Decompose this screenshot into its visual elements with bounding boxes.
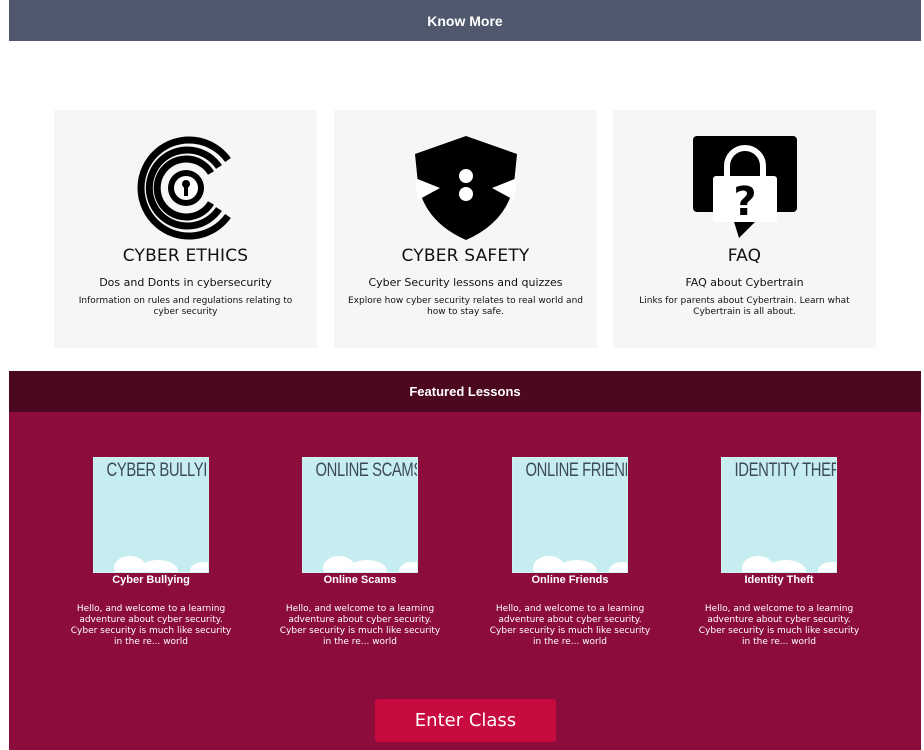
enter-class-button[interactable]: Enter Class bbox=[375, 699, 556, 742]
lesson-name[interactable]: Online Scams bbox=[270, 574, 450, 586]
card-description: Links for parents about Cybertrain. Lear… bbox=[639, 296, 850, 317]
featured-header: Featured Lessons bbox=[9, 371, 921, 412]
know-more-title: Know More bbox=[427, 12, 503, 29]
question-lock-icon: ? bbox=[692, 136, 797, 238]
card-cyber-ethics[interactable]: CYBER ETHICS Dos and Donts in cybersecur… bbox=[54, 110, 317, 348]
card-title: CYBER SAFETY bbox=[401, 246, 530, 266]
card-subtitle: Cyber Security lessons and quizzes bbox=[368, 276, 563, 289]
card-title: CYBER ETHICS bbox=[122, 246, 249, 266]
lesson-name[interactable]: Cyber Bullying bbox=[61, 574, 241, 586]
lesson-card-cyber-bullying[interactable]: CYBER BULLYING Cyber Bullying Hello, and… bbox=[61, 457, 241, 648]
lesson-thumbnail[interactable]: ONLINE FRIENDS bbox=[512, 457, 628, 573]
lesson-thumbnail[interactable]: ONLINE SCAMS bbox=[302, 457, 418, 573]
info-cards: CYBER ETHICS Dos and Donts in cybersecur… bbox=[54, 110, 876, 348]
svg-text:?: ? bbox=[733, 179, 756, 225]
thumbnail-title: CYBER BULLYING bbox=[106, 460, 208, 481]
featured-title: Featured Lessons bbox=[409, 384, 521, 399]
lesson-description: Hello, and welcome to a learning adventu… bbox=[279, 604, 441, 647]
lesson-description: Hello, and welcome to a learning adventu… bbox=[70, 604, 232, 647]
lesson-name[interactable]: Online Friends bbox=[480, 574, 660, 586]
card-description: Information on rules and regulations rel… bbox=[78, 296, 293, 317]
know-more-header: Know More bbox=[9, 0, 921, 41]
card-title: FAQ bbox=[727, 246, 762, 266]
featured-lessons-section: Featured Lessons CYBER BULLYING Cyber Bu… bbox=[9, 371, 921, 750]
thumbnail-title: ONLINE SCAMS bbox=[315, 460, 418, 481]
card-faq[interactable]: ? FAQ FAQ about Cybertrain Links for par… bbox=[613, 110, 876, 348]
card-subtitle: FAQ about Cybertrain bbox=[685, 276, 804, 289]
thumbnail-title: IDENTITY THEFT bbox=[734, 460, 837, 481]
thumbnail-title: ONLINE FRIENDS bbox=[525, 460, 627, 481]
lesson-description: Hello, and welcome to a learning adventu… bbox=[489, 604, 651, 647]
shield-icon bbox=[414, 136, 517, 240]
lesson-thumbnail[interactable]: IDENTITY THEFT bbox=[721, 457, 837, 573]
lesson-card-identity-theft[interactable]: IDENTITY THEFT Identity Theft Hello, and… bbox=[689, 457, 869, 648]
lesson-card-online-friends[interactable]: ONLINE FRIENDS Online Friends Hello, and… bbox=[480, 457, 660, 648]
card-cyber-safety[interactable]: CYBER SAFETY Cyber Security lessons and … bbox=[334, 110, 597, 348]
lesson-name[interactable]: Identity Theft bbox=[689, 574, 869, 586]
lesson-description: Hello, and welcome to a learning adventu… bbox=[698, 604, 860, 647]
card-description: Explore how cyber security relates to re… bbox=[347, 296, 583, 317]
lesson-card-online-scams[interactable]: ONLINE SCAMS Online Scams Hello, and wel… bbox=[270, 457, 450, 648]
lock-circle-icon bbox=[137, 136, 231, 240]
card-subtitle: Dos and Donts in cybersecurity bbox=[99, 276, 272, 289]
lesson-thumbnail[interactable]: CYBER BULLYING bbox=[93, 457, 209, 573]
